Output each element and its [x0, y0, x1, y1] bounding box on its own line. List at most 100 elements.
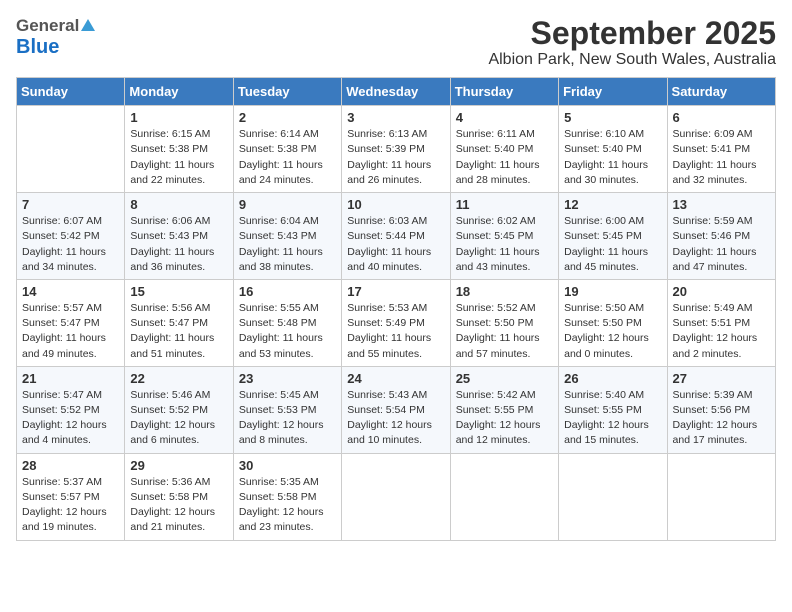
calendar-cell: 8 Sunrise: 6:06 AMSunset: 5:43 PMDaylight… — [125, 193, 233, 280]
week-row-4: 21 Sunrise: 5:47 AMSunset: 5:52 PMDayligh… — [17, 366, 776, 453]
calendar-cell: 1 Sunrise: 6:15 AMSunset: 5:38 PMDaylight… — [125, 106, 233, 193]
day-info: Sunrise: 5:35 AMSunset: 5:58 PMDaylight:… — [239, 475, 336, 536]
day-info: Sunrise: 6:02 AMSunset: 5:45 PMDaylight:… — [456, 214, 553, 275]
day-info: Sunrise: 5:52 AMSunset: 5:50 PMDaylight:… — [456, 301, 553, 362]
calendar-cell: 5Sunrise: 6:10 AMSunset: 5:40 PMDaylight… — [559, 106, 667, 193]
column-header-wednesday: Wednesday — [342, 78, 450, 106]
calendar-cell: 22 Sunrise: 5:46 AMSunset: 5:52 PMDayligh… — [125, 366, 233, 453]
day-info: Sunrise: 6:07 AMSunset: 5:42 PMDaylight:… — [22, 214, 119, 275]
day-info: Sunrise: 5:36 AMSunset: 5:58 PMDaylight:… — [130, 475, 227, 536]
day-number: 16 — [239, 284, 336, 299]
logo-blue-text: Blue — [16, 36, 95, 58]
day-number: 26 — [564, 371, 661, 386]
column-header-sunday: Sunday — [17, 78, 125, 106]
day-info: Sunrise: 6:03 AMSunset: 5:44 PMDaylight:… — [347, 214, 444, 275]
day-number: 10 — [347, 197, 444, 212]
day-info: Sunrise: 5:57 AMSunset: 5:47 PMDaylight:… — [22, 301, 119, 362]
calendar-cell: 13 Sunrise: 5:59 AMSunset: 5:46 PMDayligh… — [667, 193, 775, 280]
day-number: 19 — [564, 284, 661, 299]
calendar-cell: 29Sunrise: 5:36 AMSunset: 5:58 PMDayligh… — [125, 453, 233, 540]
week-row-1: 1 Sunrise: 6:15 AMSunset: 5:38 PMDaylight… — [17, 106, 776, 193]
day-number: 18 — [456, 284, 553, 299]
day-info: Sunrise: 5:55 AMSunset: 5:48 PMDaylight:… — [239, 301, 336, 362]
day-info: Sunrise: 6:13 AMSunset: 5:39 PMDaylight:… — [347, 127, 444, 188]
calendar-cell: 21 Sunrise: 5:47 AMSunset: 5:52 PMDayligh… — [17, 366, 125, 453]
day-number: 24 — [347, 371, 444, 386]
day-info: Sunrise: 6:09 AMSunset: 5:41 PMDaylight:… — [673, 127, 770, 188]
day-number: 17 — [347, 284, 444, 299]
day-number: 8 — [130, 197, 227, 212]
calendar-cell: 23Sunrise: 5:45 AMSunset: 5:53 PMDayligh… — [233, 366, 341, 453]
day-info: Sunrise: 6:00 AMSunset: 5:45 PMDaylight:… — [564, 214, 661, 275]
calendar-cell: 14Sunrise: 5:57 AMSunset: 5:47 PMDayligh… — [17, 279, 125, 366]
calendar-cell: 19Sunrise: 5:50 AMSunset: 5:50 PMDayligh… — [559, 279, 667, 366]
day-info: Sunrise: 6:11 AMSunset: 5:40 PMDaylight:… — [456, 127, 553, 188]
calendar-cell: 20 Sunrise: 5:49 AMSunset: 5:51 PMDayligh… — [667, 279, 775, 366]
day-number: 4 — [456, 110, 553, 125]
calendar-cell: 3 Sunrise: 6:13 AMSunset: 5:39 PMDaylight… — [342, 106, 450, 193]
day-number: 15 — [130, 284, 227, 299]
day-info: Sunrise: 5:59 AMSunset: 5:46 PMDaylight:… — [673, 214, 770, 275]
calendar-cell: 16 Sunrise: 5:55 AMSunset: 5:48 PMDayligh… — [233, 279, 341, 366]
day-info: Sunrise: 5:45 AMSunset: 5:53 PMDaylight:… — [239, 388, 336, 449]
day-info: Sunrise: 5:49 AMSunset: 5:51 PMDaylight:… — [673, 301, 770, 362]
calendar-cell — [342, 453, 450, 540]
logo: General Blue — [16, 16, 95, 58]
calendar-cell: 4 Sunrise: 6:11 AMSunset: 5:40 PMDaylight… — [450, 106, 558, 193]
calendar-cell — [559, 453, 667, 540]
day-number: 13 — [673, 197, 770, 212]
calendar-cell: 7 Sunrise: 6:07 AMSunset: 5:42 PMDaylight… — [17, 193, 125, 280]
day-number: 2 — [239, 110, 336, 125]
calendar-cell: 15Sunrise: 5:56 AMSunset: 5:47 PMDayligh… — [125, 279, 233, 366]
calendar-cell: 25 Sunrise: 5:42 AMSunset: 5:55 PMDayligh… — [450, 366, 558, 453]
calendar-title: September 2025 — [488, 16, 776, 51]
calendar-cell: 17 Sunrise: 5:53 AMSunset: 5:49 PMDayligh… — [342, 279, 450, 366]
calendar-cell — [667, 453, 775, 540]
calendar-cell — [17, 106, 125, 193]
day-number: 25 — [456, 371, 553, 386]
day-number: 20 — [673, 284, 770, 299]
day-info: Sunrise: 5:53 AMSunset: 5:49 PMDaylight:… — [347, 301, 444, 362]
day-number: 22 — [130, 371, 227, 386]
day-info: Sunrise: 6:15 AMSunset: 5:38 PMDaylight:… — [130, 127, 227, 188]
logo-arrow-icon — [81, 17, 95, 31]
title-block: September 2025 Albion Park, New South Wa… — [488, 16, 776, 69]
column-header-thursday: Thursday — [450, 78, 558, 106]
calendar-cell: 27Sunrise: 5:39 AMSunset: 5:56 PMDayligh… — [667, 366, 775, 453]
day-number: 30 — [239, 458, 336, 473]
calendar-cell: 26 Sunrise: 5:40 AMSunset: 5:55 PMDayligh… — [559, 366, 667, 453]
day-number: 21 — [22, 371, 119, 386]
day-number: 3 — [347, 110, 444, 125]
calendar-cell: 24Sunrise: 5:43 AMSunset: 5:54 PMDayligh… — [342, 366, 450, 453]
day-number: 1 — [130, 110, 227, 125]
day-info: Sunrise: 5:46 AMSunset: 5:52 PMDaylight:… — [130, 388, 227, 449]
calendar-header-row: SundayMondayTuesdayWednesdayThursdayFrid… — [17, 78, 776, 106]
week-row-2: 7 Sunrise: 6:07 AMSunset: 5:42 PMDaylight… — [17, 193, 776, 280]
day-number: 27 — [673, 371, 770, 386]
day-info: Sunrise: 6:06 AMSunset: 5:43 PMDaylight:… — [130, 214, 227, 275]
day-number: 7 — [22, 197, 119, 212]
week-row-5: 28Sunrise: 5:37 AMSunset: 5:57 PMDayligh… — [17, 453, 776, 540]
day-number: 12 — [564, 197, 661, 212]
calendar-cell: 30 Sunrise: 5:35 AMSunset: 5:58 PMDayligh… — [233, 453, 341, 540]
calendar-cell: 12 Sunrise: 6:00 AMSunset: 5:45 PMDayligh… — [559, 193, 667, 280]
calendar-table: SundayMondayTuesdayWednesdayThursdayFrid… — [16, 77, 776, 540]
column-header-tuesday: Tuesday — [233, 78, 341, 106]
column-header-friday: Friday — [559, 78, 667, 106]
logo-general-text: General — [16, 17, 79, 36]
week-row-3: 14Sunrise: 5:57 AMSunset: 5:47 PMDayligh… — [17, 279, 776, 366]
calendar-cell: 18 Sunrise: 5:52 AMSunset: 5:50 PMDayligh… — [450, 279, 558, 366]
calendar-cell: 11Sunrise: 6:02 AMSunset: 5:45 PMDayligh… — [450, 193, 558, 280]
day-info: Sunrise: 5:47 AMSunset: 5:52 PMDaylight:… — [22, 388, 119, 449]
day-number: 9 — [239, 197, 336, 212]
day-info: Sunrise: 6:04 AMSunset: 5:43 PMDaylight:… — [239, 214, 336, 275]
calendar-body: 1 Sunrise: 6:15 AMSunset: 5:38 PMDaylight… — [17, 106, 776, 540]
page-header: General Blue September 2025 Albion Park,… — [16, 16, 776, 69]
day-info: Sunrise: 6:10 AMSunset: 5:40 PMDaylight:… — [564, 127, 661, 188]
column-header-monday: Monday — [125, 78, 233, 106]
day-info: Sunrise: 5:42 AMSunset: 5:55 PMDaylight:… — [456, 388, 553, 449]
calendar-subtitle: Albion Park, New South Wales, Australia — [488, 51, 776, 69]
calendar-cell: 2Sunrise: 6:14 AMSunset: 5:38 PMDaylight… — [233, 106, 341, 193]
day-info: Sunrise: 5:40 AMSunset: 5:55 PMDaylight:… — [564, 388, 661, 449]
calendar-cell: 9 Sunrise: 6:04 AMSunset: 5:43 PMDaylight… — [233, 193, 341, 280]
